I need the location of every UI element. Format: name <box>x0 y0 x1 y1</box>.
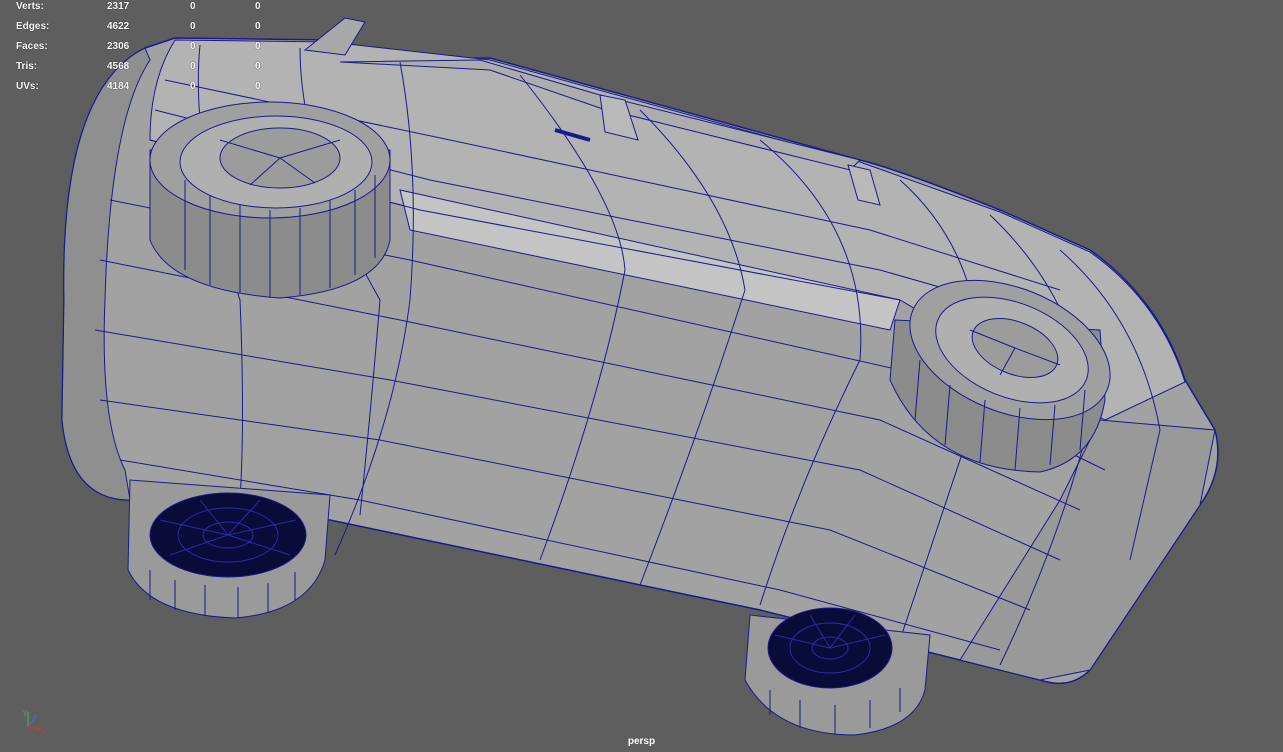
hud-value: 2317 <box>107 1 130 12</box>
axis-x-label: x <box>42 728 46 736</box>
hud-value: 4184 <box>107 81 130 92</box>
hud-value: 0 <box>255 61 261 72</box>
hud-value: 0 <box>255 21 261 32</box>
hud-value: 0 <box>190 81 196 92</box>
hud-value: 0 <box>190 41 196 52</box>
hud-value: 0 <box>255 81 261 92</box>
hud-label: Verts: <box>16 1 44 12</box>
hud-label: UVs: <box>16 81 39 92</box>
axis-y-label: y <box>23 709 27 717</box>
hud-value: 0 <box>255 1 261 12</box>
camera-name-label: persp <box>627 736 656 747</box>
axis-z-label: z <box>33 713 37 721</box>
hud-label: Faces: <box>16 41 48 52</box>
hud-value: 2306 <box>107 41 130 52</box>
maya-viewport[interactable]: Verts: 2317 0 0 Edges: 4622 0 0 Faces: 2… <box>0 0 1283 752</box>
hud-label: Edges: <box>16 21 50 32</box>
hud-value: 0 <box>255 41 261 52</box>
hud-value: 0 <box>190 1 196 12</box>
hud-value: 4568 <box>107 61 130 72</box>
hud-label: Tris: <box>16 61 38 72</box>
wheel-rear-top <box>149 101 391 299</box>
hud-value: 0 <box>190 61 196 72</box>
hud-value: 0 <box>190 21 196 32</box>
car-wireframe-model[interactable] <box>0 0 1283 752</box>
view-axis-icon: y z x <box>23 709 46 736</box>
hud-value: 4622 <box>107 21 130 32</box>
wheel-rear-bottom <box>127 479 331 619</box>
